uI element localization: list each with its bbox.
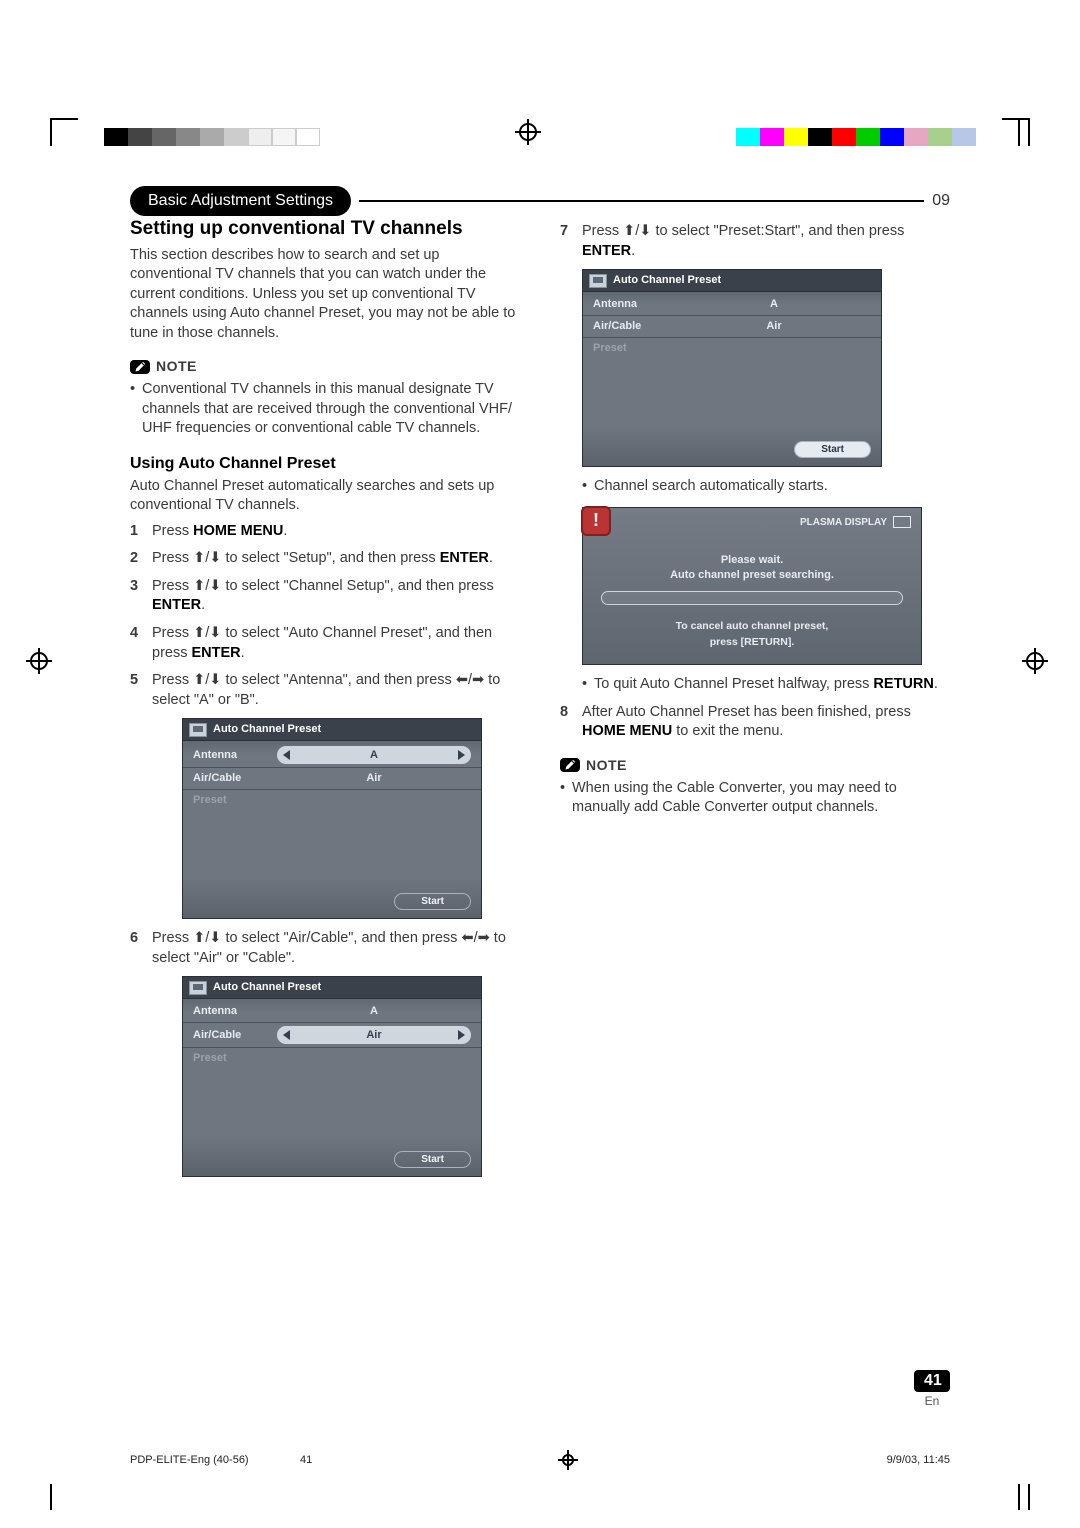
antenna-selector[interactable]: A: [277, 746, 471, 764]
osd-title: Auto Channel Preset: [213, 980, 321, 995]
step-1: Press HOME MENU.: [130, 522, 520, 542]
osd-antenna-label: Antenna: [593, 297, 667, 312]
osd-antenna-value: A: [277, 1004, 471, 1019]
start-button[interactable]: Start: [794, 441, 871, 459]
page-lang: En: [914, 1394, 950, 1408]
dialog-line1: Please wait.: [593, 553, 911, 568]
osd-title: Auto Channel Preset: [613, 273, 721, 288]
section-intro: This section describes how to search and…: [130, 246, 520, 344]
osd-aircable-value: Air: [677, 319, 871, 334]
note-label: NOTE: [156, 357, 197, 376]
triangle-right-icon: [458, 1030, 465, 1040]
osd-antenna-label: Antenna: [193, 748, 267, 763]
osd-preset-label: Preset: [193, 1051, 267, 1066]
color-swatch: [736, 128, 976, 146]
start-button[interactable]: Start: [394, 1151, 471, 1169]
step-2: Press ⬆/⬇ to select "Setup", and then pr…: [130, 549, 520, 569]
osd-panel-preset: Auto Channel Preset Antenna A Air/Cable Ai…: [582, 269, 882, 467]
osd-panel-antenna: Auto Channel Preset Antenna A Air/Cable A…: [182, 718, 482, 919]
bullet-quit: To quit Auto Channel Preset halfway, pre…: [582, 675, 950, 695]
registration-top: [0, 118, 1080, 146]
tv-icon: [589, 274, 607, 288]
osd-aircable-label: Air/Cable: [193, 771, 267, 786]
tv-icon: [189, 981, 207, 995]
osd-preset-label: Preset: [593, 341, 667, 356]
registration-mark-icon: [28, 650, 56, 678]
step-6: Press ⬆/⬇ to select "Air/Cable", and the…: [130, 929, 520, 1177]
osd-antenna-label: Antenna: [193, 1004, 267, 1019]
registration-bottom: [50, 1484, 1030, 1510]
print-footer: PDP-ELITE-Eng (40-56) 41 9/9/03, 11:45: [130, 1452, 950, 1468]
subsection-title: Using Auto Channel Preset: [130, 453, 520, 475]
osd-aircable-value: Air: [277, 771, 471, 786]
step-4: Press ⬆/⬇ to select "Auto Channel Preset…: [130, 624, 520, 663]
osd-panel-aircable: Auto Channel Preset Antenna A Air/Cable A…: [182, 976, 482, 1177]
alert-icon: !: [581, 506, 611, 536]
registration-mark-icon: [517, 121, 539, 143]
pencil-icon: [130, 360, 150, 374]
triangle-right-icon: [458, 750, 465, 760]
left-column: Setting up conventional TV channels This…: [130, 216, 520, 1187]
bullet-search-starts: Channel search automatically starts.: [582, 477, 950, 497]
dialog-cancel2: press [RETURN].: [593, 635, 911, 651]
triangle-left-icon: [283, 750, 290, 760]
page-number: 41: [914, 1370, 950, 1392]
dialog-brand: PLASMA DISPLAY: [800, 516, 887, 530]
print-page: 41: [300, 1454, 312, 1466]
step-3: Press ⬆/⬇ to select "Channel Setup", and…: [130, 577, 520, 616]
dialog-line2: Auto channel preset searching.: [593, 568, 911, 583]
progress-bar: [601, 591, 903, 605]
osd-aircable-label: Air/Cable: [193, 1028, 267, 1043]
page-number-block: 41 En: [914, 1370, 950, 1408]
note-text: Conventional TV channels in this manual …: [130, 380, 520, 439]
section-title: Setting up conventional TV channels: [130, 216, 520, 242]
right-column: Press ⬆/⬇ to select "Preset:Start", and …: [560, 216, 950, 1187]
triangle-left-icon: [283, 1030, 290, 1040]
pencil-icon: [560, 758, 580, 772]
note2-text: When using the Cable Converter, you may …: [560, 779, 950, 818]
progress-dialog: ! PLASMA DISPLAY Please wait. Auto chann…: [582, 507, 922, 666]
manual-page: Basic Adjustment Settings 09 Setting up …: [0, 0, 1080, 1528]
chapter-title: Basic Adjustment Settings: [148, 192, 333, 210]
step-8: After Auto Channel Preset has been finis…: [560, 703, 950, 742]
osd-title: Auto Channel Preset: [213, 722, 321, 737]
step-5: Press ⬆/⬇ to select "Antenna", and then …: [130, 671, 520, 919]
steps-list: Press HOME MENU. Press ⬆/⬇ to select "Se…: [130, 522, 520, 1178]
dialog-cancel1: To cancel auto channel preset,: [593, 619, 911, 635]
registration-mark-icon: [1024, 650, 1052, 678]
subsection-intro: Auto Channel Preset automatically search…: [130, 477, 520, 516]
gray-swatch: [104, 128, 320, 146]
note-header: NOTE: [560, 756, 950, 775]
aircable-selector[interactable]: Air: [277, 1026, 471, 1044]
osd-aircable-label: Air/Cable: [593, 319, 667, 334]
osd-antenna-value: A: [677, 297, 871, 312]
chapter-header: Basic Adjustment Settings 09: [130, 186, 950, 216]
note-header: NOTE: [130, 357, 520, 376]
tv-icon: [189, 723, 207, 737]
print-file: PDP-ELITE-Eng (40-56): [130, 1454, 249, 1466]
note-label: NOTE: [586, 756, 627, 775]
screen-icon: [893, 516, 911, 528]
step-7: Press ⬆/⬇ to select "Preset:Start", and …: [560, 222, 950, 695]
chapter-number: 09: [932, 192, 950, 210]
start-button[interactable]: Start: [394, 893, 471, 911]
print-timestamp: 9/9/03, 11:45: [887, 1454, 950, 1466]
page-content: Basic Adjustment Settings 09 Setting up …: [130, 186, 950, 1368]
registration-mark-icon: [560, 1452, 576, 1468]
osd-preset-label: Preset: [193, 793, 267, 808]
